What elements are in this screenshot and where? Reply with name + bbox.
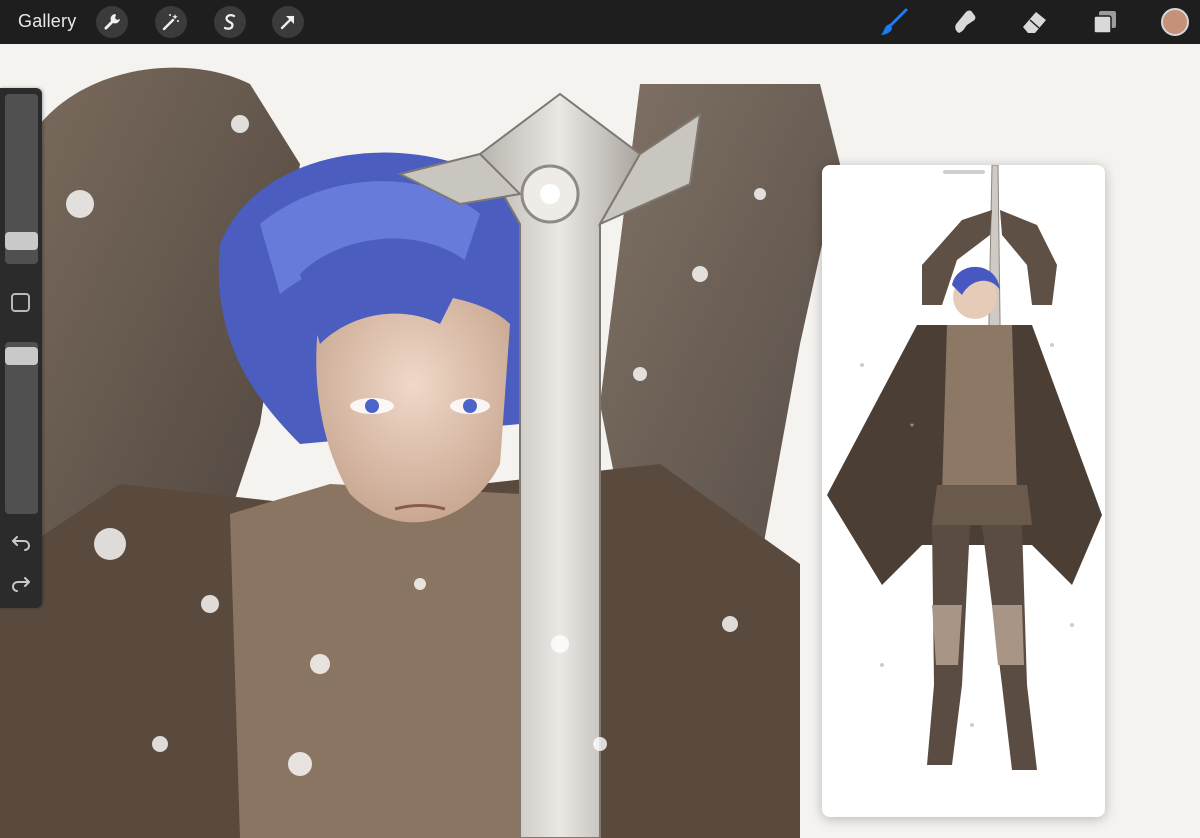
undo-button[interactable] [10,531,32,553]
redo-button[interactable] [10,572,32,594]
opacity-slider-thumb[interactable] [5,347,38,365]
magic-wand-icon [162,14,179,31]
left-sidebar [0,88,42,608]
opacity-slider[interactable] [5,342,38,514]
actions-button[interactable] [96,6,128,38]
reference-window[interactable] [822,165,1105,817]
brush-size-slider[interactable] [5,94,38,264]
transform-button[interactable] [272,6,304,38]
modify-button[interactable] [11,293,30,312]
selection-button[interactable] [214,6,246,38]
reference-image [827,165,1102,770]
wrench-icon [104,14,120,30]
color-picker-button[interactable] [1161,8,1189,36]
brush-size-slider-thumb[interactable] [5,232,38,250]
arrow-cursor-icon [280,15,295,30]
adjustments-button[interactable] [155,6,187,38]
smudge-tool-button[interactable] [948,6,980,38]
layers-button[interactable] [1089,6,1121,38]
paint-tool-button[interactable] [878,6,910,38]
eraser-tool-button[interactable] [1018,6,1050,38]
top-toolbar: Gallery [0,0,1200,44]
brush-icon [881,8,908,35]
eraser-icon [1023,12,1046,33]
selection-s-icon [223,14,236,30]
undo-icon [12,536,31,551]
smudge-icon [955,10,976,33]
gallery-button[interactable]: Gallery [18,11,76,32]
redo-icon [11,577,30,592]
layers-icon [1093,11,1116,34]
